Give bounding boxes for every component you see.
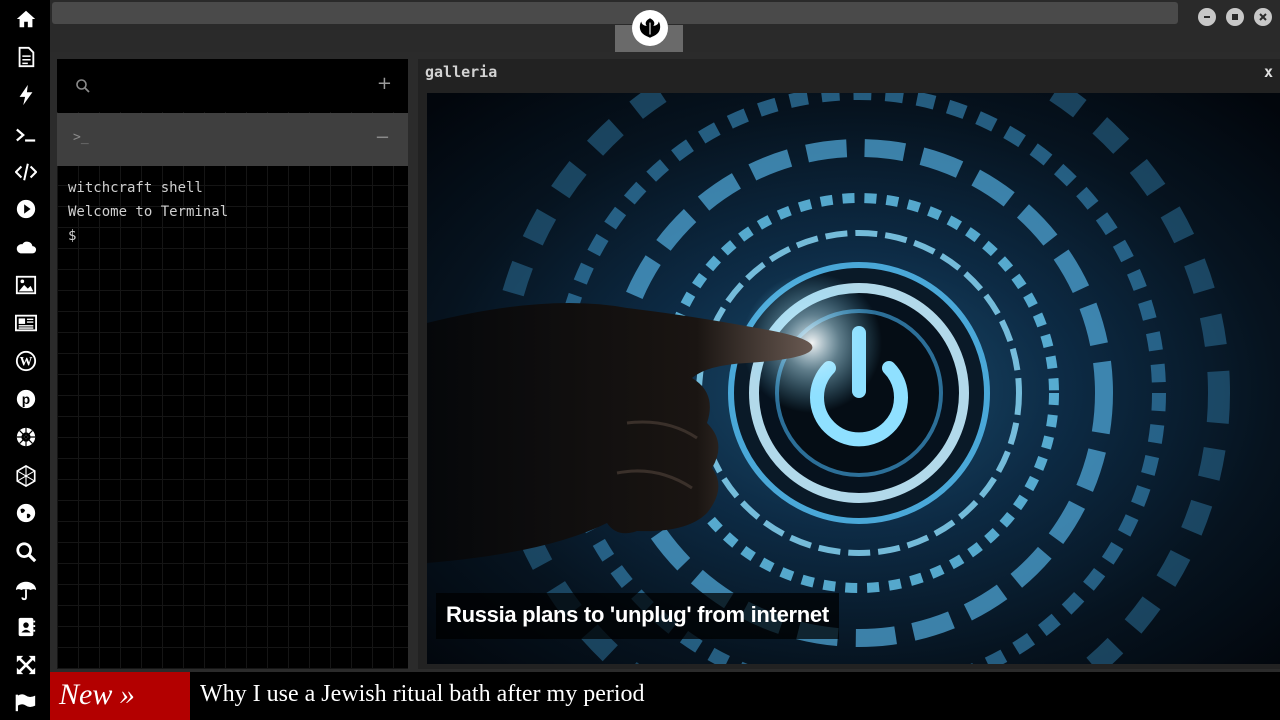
search-icon[interactable] xyxy=(75,78,91,98)
terminal-panel: + >_ − witchcraft shell Welcome to Termi… xyxy=(57,59,408,669)
close-window-button[interactable] xyxy=(1254,8,1272,26)
globe-icon[interactable] xyxy=(13,500,39,526)
terminal-prompt: $ xyxy=(68,228,77,244)
bolt-icon[interactable] xyxy=(13,82,39,108)
play-icon[interactable] xyxy=(13,196,39,222)
flag-icon[interactable] xyxy=(13,689,39,715)
minimize-terminal-button[interactable]: − xyxy=(375,127,390,148)
sphere-icon[interactable] xyxy=(13,463,39,489)
code-icon[interactable] xyxy=(13,159,39,185)
minimize-window-button[interactable] xyxy=(1198,8,1216,26)
pinterest-icon[interactable]: p xyxy=(13,386,39,412)
gallery-close-button[interactable]: x xyxy=(1264,63,1273,81)
terminal-tab[interactable]: >_ − xyxy=(57,113,408,166)
contacts-icon[interactable] xyxy=(13,614,39,640)
maximize-window-button[interactable] xyxy=(1226,8,1244,26)
gallery-image[interactable]: Russia plans to 'unplug' from internet xyxy=(427,93,1280,664)
rebel-alliance-icon[interactable] xyxy=(632,10,668,46)
wordpress-icon[interactable]: W xyxy=(13,348,39,374)
terminal-tab-prompt: >_ xyxy=(73,130,89,145)
address-bar[interactable] xyxy=(52,2,1178,24)
gallery-title: galleria xyxy=(425,63,498,81)
gallery-window: galleria x Russia plans to 'unplug' from… xyxy=(418,59,1280,669)
svg-text:W: W xyxy=(20,355,33,369)
sidebar: W p xyxy=(0,0,50,720)
top-bar xyxy=(50,0,1280,52)
empire-icon[interactable] xyxy=(13,424,39,450)
news-ticker: New » Why I use a Jewish ritual bath aft… xyxy=(50,672,1280,720)
image-icon[interactable] xyxy=(13,272,39,298)
svg-text:p: p xyxy=(22,392,30,407)
expand-icon[interactable] xyxy=(13,652,39,678)
terminal-line: Welcome to Terminal xyxy=(68,204,229,220)
cloud-icon[interactable] xyxy=(13,234,39,260)
terminal-output[interactable]: witchcraft shell Welcome to Terminal $ xyxy=(68,176,228,248)
ticker-headline[interactable]: Why I use a Jewish ritual bath after my … xyxy=(200,672,645,720)
power-button-illustration xyxy=(427,93,1280,664)
umbrella-icon[interactable] xyxy=(13,577,39,603)
gallery-caption: Russia plans to 'unplug' from internet xyxy=(436,593,839,639)
search-icon[interactable] xyxy=(13,539,39,565)
terminal-line: witchcraft shell xyxy=(68,180,203,196)
home-icon[interactable] xyxy=(13,6,39,32)
terminal-header: + xyxy=(57,59,408,112)
document-icon[interactable] xyxy=(13,44,39,70)
newspaper-icon[interactable] xyxy=(13,310,39,336)
terminal-icon[interactable] xyxy=(13,122,39,148)
ticker-label: New » xyxy=(50,672,190,720)
add-terminal-button[interactable]: + xyxy=(377,73,392,94)
